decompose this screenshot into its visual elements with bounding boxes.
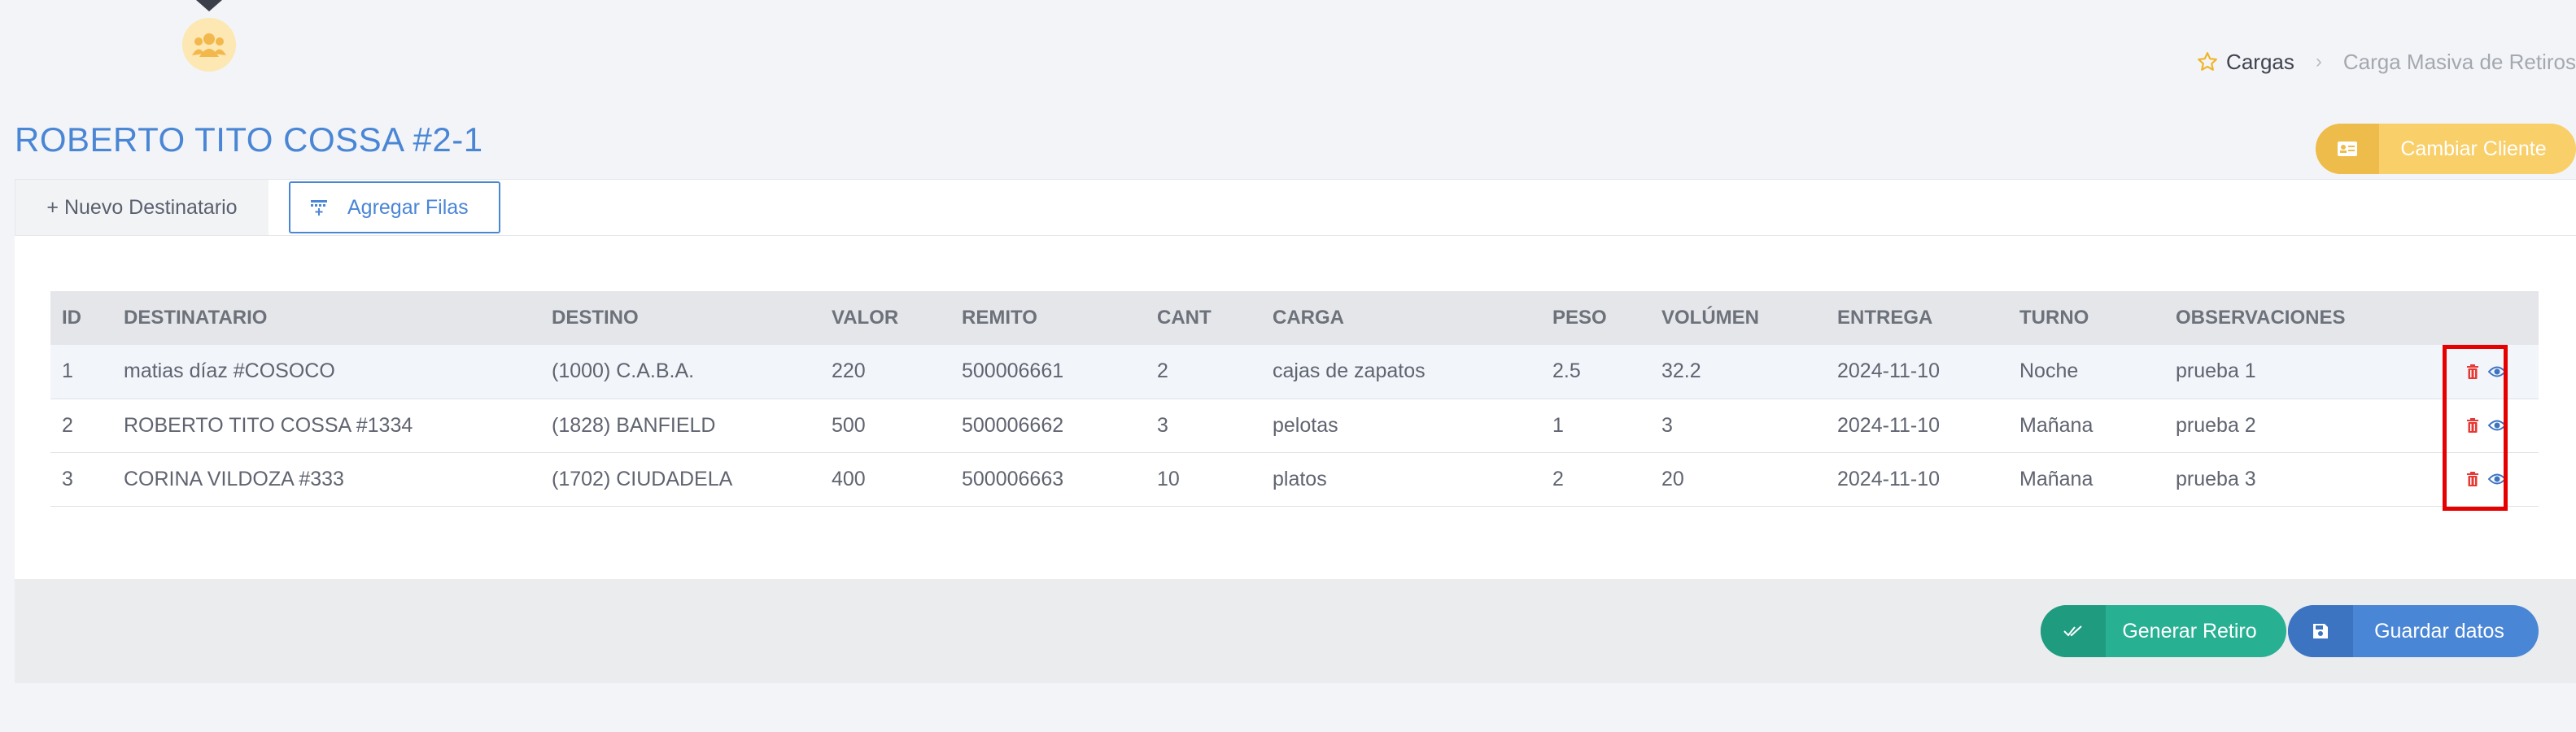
cell-peso: 1 [1552, 413, 1564, 437]
table-row: 2 ROBERTO TITO COSSA #1334 (1828) BANFIE… [50, 399, 2539, 452]
table-row: 1 matias díaz #COSOCO (1000) C.A.B.A. 22… [50, 345, 2539, 399]
add-rows-icon [290, 198, 347, 216]
cell-peso: 2 [1552, 467, 1564, 490]
col-cant: CANT [1157, 307, 1212, 329]
cell-observaciones: prueba 2 [2176, 413, 2256, 437]
col-volumen: VOLÚMEN [1661, 307, 1759, 329]
page-title: ROBERTO TITO COSSA #2-1 [15, 120, 483, 159]
cell-destino: (1828) BANFIELD [552, 413, 716, 437]
destinatarios-table: ID DESTINATARIO DESTINO VALOR REMITO CAN… [50, 291, 2539, 507]
cell-destinatario: matias díaz #COSOCO [124, 359, 335, 383]
col-carga: CARGA [1273, 307, 1344, 329]
breadcrumb: Cargas › Carga Masiva de Retiros [2197, 47, 2576, 76]
cell-id: 2 [62, 413, 73, 437]
breadcrumb-current: Carga Masiva de Retiros [2342, 49, 2576, 74]
cell-volumen: 20 [1661, 467, 1684, 490]
guardar-datos-button[interactable]: Guardar datos [2288, 605, 2539, 657]
top-strip [0, 0, 2576, 98]
user-avatar[interactable] [182, 18, 236, 72]
tab-nuevo-destinatario[interactable]: + Nuevo Destinatario [15, 180, 269, 235]
generar-retiro-label: Generar Retiro [2122, 619, 2257, 643]
cell-turno: Noche [2019, 359, 2079, 383]
col-entrega: ENTREGA [1837, 307, 1933, 329]
cell-peso: 2.5 [1552, 359, 1581, 383]
generar-retiro-button[interactable]: Generar Retiro [2041, 605, 2286, 657]
cell-destino: (1000) C.A.B.A. [552, 359, 695, 383]
cell-remito: 500006662 [962, 413, 1064, 437]
cell-cant: 10 [1157, 467, 1180, 490]
col-destinatario: DESTINATARIO [124, 307, 268, 329]
cell-destino: (1702) CIUDADELA [552, 467, 733, 490]
col-observaciones: OBSERVACIONES [2176, 307, 2346, 329]
cell-valor: 220 [832, 359, 866, 383]
dropdown-pointer [196, 0, 222, 11]
cell-observaciones: prueba 3 [2176, 467, 2256, 490]
table-header-row: ID DESTINATARIO DESTINO VALOR REMITO CAN… [50, 291, 2539, 345]
cell-id: 1 [62, 359, 73, 383]
col-id: ID [62, 307, 81, 329]
cell-destinatario: CORINA VILDOZA #333 [124, 467, 344, 490]
agregar-filas-button[interactable]: Agregar Filas [289, 181, 500, 233]
table-row: 3 CORINA VILDOZA #333 (1702) CIUDADELA 4… [50, 452, 2539, 506]
col-peso: PESO [1552, 307, 1607, 329]
cell-remito: 500006663 [962, 467, 1064, 490]
star-icon [2198, 52, 2217, 71]
cell-destinatario: ROBERTO TITO COSSA #1334 [124, 413, 413, 437]
breadcrumb-separator: › [2315, 50, 2322, 72]
cambiar-cliente-button[interactable]: Cambiar Cliente [2316, 124, 2576, 174]
cambiar-cliente-label: Cambiar Cliente [2400, 137, 2547, 160]
tab-bar: + Nuevo Destinatario Agregar Filas [15, 179, 2576, 236]
actions-highlight-box [2443, 345, 2508, 511]
cell-valor: 500 [832, 413, 866, 437]
cell-carga: platos [1273, 467, 1327, 490]
cell-turno: Mañana [2019, 467, 2094, 490]
cell-carga: pelotas [1273, 413, 1338, 437]
cell-volumen: 3 [1661, 413, 1673, 437]
id-card-icon [2316, 124, 2379, 174]
cell-entrega: 2024-11-10 [1837, 413, 1941, 437]
cell-turno: Mañana [2019, 413, 2094, 437]
cell-entrega: 2024-11-10 [1837, 467, 1941, 490]
cell-id: 3 [62, 467, 73, 490]
col-actions [2444, 291, 2539, 345]
col-valor: VALOR [832, 307, 899, 329]
col-destino: DESTINO [552, 307, 639, 329]
save-icon [2288, 605, 2353, 657]
users-icon [192, 33, 226, 57]
cell-observaciones: prueba 1 [2176, 359, 2256, 383]
cell-valor: 400 [832, 467, 866, 490]
cell-volumen: 32.2 [1661, 359, 1701, 383]
agregar-filas-label: Agregar Filas [347, 195, 469, 219]
col-turno: TURNO [2019, 307, 2089, 329]
cell-cant: 3 [1157, 413, 1168, 437]
cell-entrega: 2024-11-10 [1837, 359, 1941, 383]
cell-carga: cajas de zapatos [1273, 359, 1426, 383]
cell-remito: 500006661 [962, 359, 1064, 383]
guardar-datos-label: Guardar datos [2374, 619, 2504, 643]
col-remito: REMITO [962, 307, 1037, 329]
double-check-icon [2041, 605, 2106, 657]
breadcrumb-cargas[interactable]: Cargas [2226, 50, 2294, 75]
cell-cant: 2 [1157, 359, 1168, 383]
